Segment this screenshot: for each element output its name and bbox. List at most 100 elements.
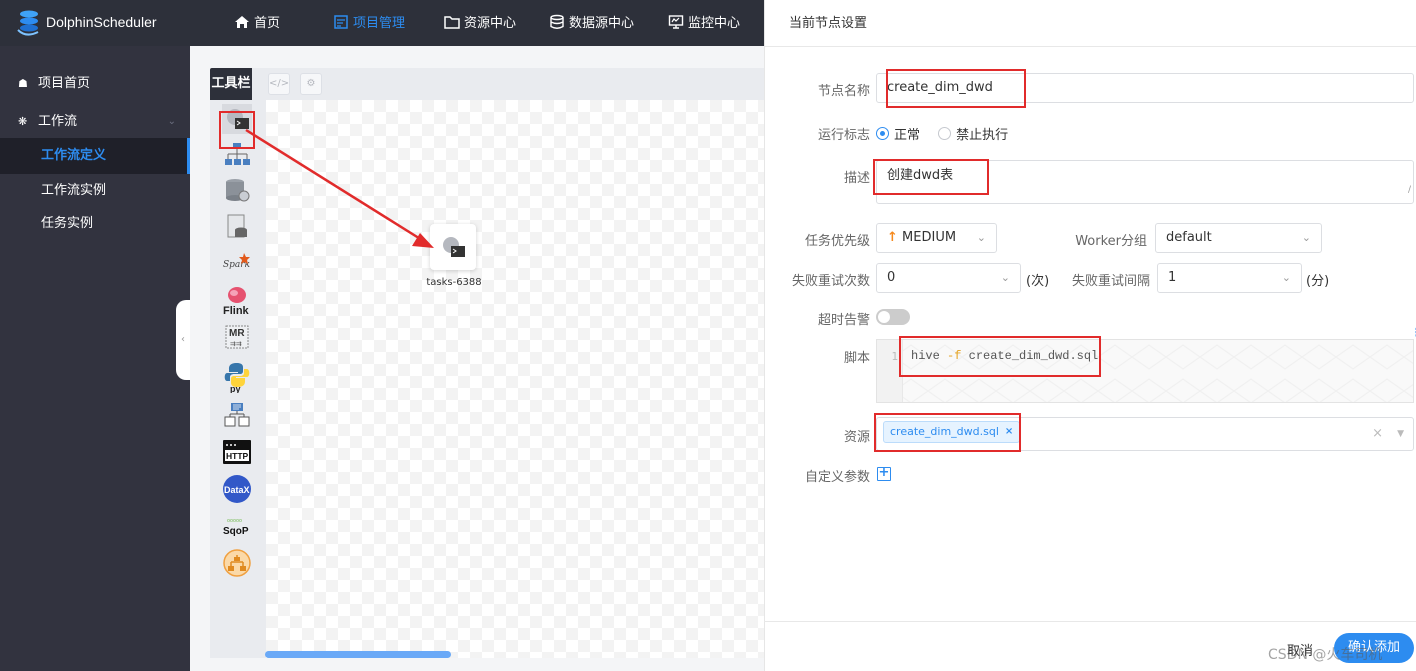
retry-interval-select[interactable]: 1 ⌄ [1157,263,1302,293]
procedure-task-icon[interactable] [221,175,253,205]
radio-checked-icon [876,127,889,140]
nav-project-label: 项目管理 [353,16,406,31]
workflow-canvas[interactable] [266,100,764,658]
drawer-title: 当前节点设置 [789,16,868,31]
sidebar-item-label: 工作流 [38,114,78,129]
spark-task-icon[interactable]: Spark [221,248,253,278]
canvas-horizontal-scrollbar[interactable] [265,651,451,658]
timeout-alarm-toggle[interactable] [876,309,910,325]
home-icon: ☗ [18,77,28,90]
nav-monitor-label: 监控中心 [688,16,741,31]
script-flag: -f [947,349,962,363]
conditions-task-icon[interactable] [221,548,253,578]
shell-task-icon[interactable] [221,104,253,134]
dolphinscheduler-logo [17,10,39,36]
close-icon[interactable]: × [1005,418,1013,446]
dependent-task-icon[interactable] [221,400,253,430]
svg-text:HTTP: HTTP [226,451,249,461]
sql-task-icon[interactable] [221,212,253,242]
svg-text:DataX: DataX [224,485,250,495]
retry-times-select[interactable]: 0 ⌄ [876,263,1021,293]
sqoop-task-icon[interactable]: ooooo SqoP [221,512,253,542]
sidebar-item-label: 工作流定义 [41,148,107,163]
shell-task-icon [443,237,465,257]
script-argument: create_dim_dwd.sql [961,349,1099,363]
retry-times-unit: (次) [1026,274,1050,289]
resource-tag[interactable]: create_dim_dwd.sql × [883,418,1021,446]
node-name-input[interactable]: create_dim_dwd [876,73,1414,103]
worker-group-label: Worker分组 [1075,234,1147,249]
node-name-label: 节点名称 [817,84,870,99]
nav-datasource[interactable]: 数据源中心 [549,12,634,31]
fullscreen-icon[interactable]: ⋮ [1411,326,1416,339]
priority-value: MEDIUM [902,230,957,245]
flink-task-icon[interactable]: Flink [221,285,253,316]
run-flag-normal-radio[interactable]: 正常 [876,124,920,143]
caret-down-icon[interactable]: ▼ [1397,420,1404,448]
datax-task-icon[interactable]: DataX [221,474,253,504]
resource-tag-label: create_dim_dwd.sql [890,425,999,438]
sidebar-item-workflow-instance[interactable]: 工作流实例 [0,173,190,209]
clear-icon[interactable]: × [1372,420,1383,448]
script-label: 脚本 [843,351,870,366]
worker-group-value: default [1166,230,1212,245]
description-textarea[interactable]: 创建dwd表 ∕ [876,160,1414,204]
svg-text:py: py [230,384,241,393]
run-flag-forbidden-radio[interactable]: 禁止执行 [938,124,1008,143]
run-flag-radio-group: 正常 禁止执行 [876,124,1022,144]
script-command: hive [911,349,948,363]
mapreduce-task-icon[interactable]: MR ⇉⇉ [221,322,253,352]
nav-project[interactable]: 项目管理 [333,12,405,31]
description-label: 描述 [843,171,870,186]
resize-handle-icon[interactable]: ∕ [1408,177,1411,203]
chevron-down-icon: ⌄ [167,116,176,127]
radio-label: 禁止执行 [956,128,1009,143]
script-code: hive -f create_dim_dwd.sql [911,349,1098,363]
code-view-button[interactable]: </> [268,73,290,95]
sidebar-item-task-instance[interactable]: 任务实例 [0,206,190,242]
add-param-icon[interactable]: + [877,466,891,481]
http-task-icon[interactable]: HTTP [221,437,253,467]
script-editor[interactable]: 1 hive -f create_dim_dwd.sql [876,339,1414,403]
arrow-up-icon: ↑ [887,230,898,245]
watermark: CSDN @火车司机 [1268,647,1383,663]
nav-home[interactable]: 首页 [234,12,280,31]
shell-task-node[interactable] [430,224,476,270]
settings-button[interactable]: ⚙ [300,73,322,95]
chevron-down-icon: ⌄ [1000,271,1010,284]
priority-label: 任务优先级 [804,234,870,249]
divider [765,46,1416,47]
sub-process-task-icon[interactable] [221,140,253,170]
left-sidebar: ☗ 项目首页 ❋ 工作流 ⌄ 工作流定义 工作流实例 任务实例 [0,46,190,671]
svg-text:⇉⇉: ⇉⇉ [230,341,242,349]
retry-interval-value: 1 [1168,270,1177,285]
line-number: 1 [877,340,903,402]
top-navbar: DolphinScheduler 首页 项目管理 资源中心 数据源中心 监控中心 [0,0,764,46]
priority-select[interactable]: ↑ MEDIUM ⌄ [876,223,997,253]
svg-text:ooooo: ooooo [227,518,242,524]
radio-unchecked-icon [938,127,952,140]
nav-resource-label: 资源中心 [464,16,517,31]
timeout-alarm-label: 超时告警 [817,313,870,328]
monitor-icon [668,14,684,29]
toolbar: </> ⚙ [252,68,764,100]
sidebar-collapse-handle[interactable]: ‹ [176,300,190,380]
project-icon [334,14,348,29]
sidebar-item-workflow[interactable]: ❋ 工作流 ⌄ [0,104,190,140]
database-icon [550,14,564,29]
nav-monitor[interactable]: 监控中心 [668,12,740,31]
task-node-label: tasks-6388 [426,277,482,288]
svg-text:SqoP: SqoP [223,526,249,537]
worker-group-select[interactable]: default ⌄ [1155,223,1322,253]
retry-interval-unit: (分) [1306,274,1330,289]
radio-label: 正常 [894,128,921,143]
nav-resource[interactable]: 资源中心 [444,12,516,31]
sidebar-item-project-home[interactable]: ☗ 项目首页 [0,66,190,102]
dag-editor: 工具栏 </> ⚙ Spark Flink MR ⇉⇉ py HTTP Data… [190,46,764,671]
retry-times-value: 0 [887,270,896,285]
sidebar-item-workflow-definition[interactable]: 工作流定义 [0,138,190,174]
svg-text:Flink: Flink [223,305,250,316]
run-flag-label: 运行标志 [817,128,870,143]
python-task-icon[interactable]: py [221,362,253,393]
resource-multiselect[interactable]: create_dim_dwd.sql × × ▼ [876,417,1414,451]
